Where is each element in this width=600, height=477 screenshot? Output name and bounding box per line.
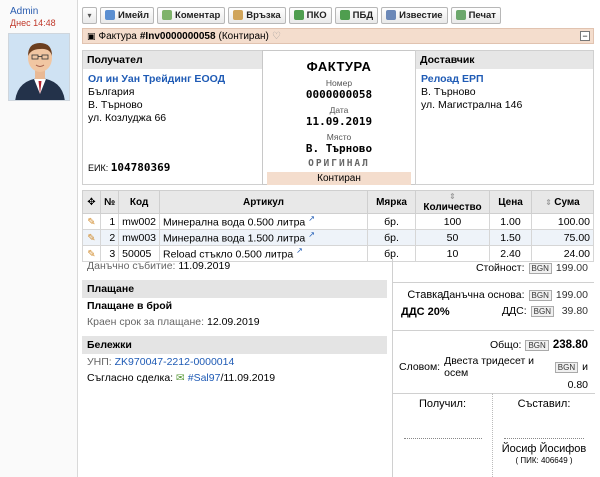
unp-line: УНП: ZK970047-2212-0000014 <box>87 356 235 368</box>
invoice-place-label: Място <box>326 132 352 142</box>
buyer-eik: ЕИК: 104780369 <box>88 161 171 174</box>
col-unit: Мярка <box>367 190 416 214</box>
invoice-info: ФАКТУРА Номер 0000000058 Дата 11.09.2019… <box>262 50 416 185</box>
supplier-heading: Доставчик <box>416 51 593 69</box>
payment-method: Плащане в брой <box>87 300 173 312</box>
buyer-city: В. Търново <box>88 99 143 111</box>
tax-event: Данъчно събитие: 11.09.2019 <box>87 260 231 272</box>
email-button[interactable]: Имейл <box>100 6 155 24</box>
print-icon <box>455 10 466 20</box>
document-header: ▣ Фактура #Inv0000000058 (Контиран) ♡ − <box>82 28 594 44</box>
notice-button[interactable]: Известие <box>381 6 448 24</box>
totals-section: Стойност: BGN 199.00 Ставка ДДС 20% Данъ… <box>392 258 595 477</box>
original-mark: ОРИГИНАЛ <box>308 158 370 169</box>
cash-icon <box>293 10 304 20</box>
amount-in-words-cents: 0.80 <box>567 379 588 391</box>
vat-block: Ставка ДДС 20% Данъчна основа: BGN 199.0… <box>393 282 594 322</box>
toolbar: ▾ Имейл Коментар Връзка ПКО ПБД Известие… <box>82 6 501 24</box>
vat-rate-label: Ставка <box>407 289 444 301</box>
buyer-panel: Получател Ол ин Уан Трейдинг ЕООД Българ… <box>82 50 263 185</box>
deal-icon: ✉ <box>176 372 185 384</box>
edit-row-button[interactable]: ✎ <box>82 213 101 230</box>
received-signature: Получил: <box>393 393 493 477</box>
shield-icon: ♡ <box>271 30 281 42</box>
document-status: (Контиран) <box>218 30 269 42</box>
col-quantity: ⇕ Количество <box>415 190 490 214</box>
invoice-number-label: Номер <box>325 78 353 88</box>
deal-link[interactable]: #Sal97 <box>188 372 221 384</box>
sort-icon: ⇕ <box>449 192 456 201</box>
link-button[interactable]: Връзка <box>228 6 286 24</box>
expand-menu-button[interactable]: ▾ <box>82 6 97 24</box>
article-name: Минерална вода 0.500 литра <box>163 216 306 229</box>
table-row: ✎ 1 mw002 Минерална вода 0.500 литра ↗ б… <box>82 213 594 230</box>
pencil-icon: ✎ <box>87 232 96 244</box>
pencil-icon: ✎ <box>87 216 96 228</box>
document-type: Фактура <box>98 30 137 42</box>
col-code: Код <box>118 190 161 214</box>
supplier-address: ул. Магистрална 146 <box>421 99 523 111</box>
total-row: Общо: BGN 238.80 <box>490 339 588 351</box>
chevron-down-icon: ▾ <box>87 10 92 20</box>
mail-icon <box>105 10 115 20</box>
link-icon <box>233 10 244 20</box>
avatar-image <box>9 34 69 100</box>
buyer-address: ул. Козлуджа 66 <box>88 112 167 124</box>
print-button[interactable]: Печат <box>450 6 501 24</box>
col-article: Артикул <box>159 190 368 214</box>
supplier-city: В. Търново <box>421 86 476 98</box>
vat-rate: ДДС 20% <box>401 306 450 318</box>
pko-button[interactable]: ПКО <box>288 6 332 24</box>
deal-line: Съгласно сделка: ✉ #Sal97/11.09.2019 <box>87 372 276 384</box>
details-section: Данъчно събитие: 11.09.2019 Плащане Плащ… <box>82 258 387 386</box>
avatar[interactable] <box>8 33 70 101</box>
items-table: ✥ № Код Артикул Мярка ⇕ Количество Цена … <box>82 190 594 262</box>
article-name: Минерална вода 1.500 литра <box>163 232 306 245</box>
external-link-icon[interactable]: ↗ <box>296 246 303 255</box>
notes-heading: Бележки <box>82 336 387 354</box>
sort-icon: ⇕ <box>545 197 555 207</box>
tools-icon: ✥ <box>87 196 96 208</box>
invoice-date: 11.09.2019 <box>305 115 373 128</box>
invoice-date-label: Дата <box>329 105 349 115</box>
col-number: № <box>99 190 120 214</box>
composer-pik: ( ПИК: 406649 ) <box>515 456 573 465</box>
author-date: Днес 14:48 <box>10 18 56 28</box>
bank-icon <box>339 10 350 20</box>
invoice-status: Контиран <box>267 172 411 185</box>
invoice-place: В. Търново <box>305 142 373 155</box>
composer-name: Йосиф Йосифов <box>501 443 587 455</box>
buyer-country: България <box>88 86 135 98</box>
invoice-title: ФАКТУРА <box>306 59 372 74</box>
supplier-name: Релоад ЕРП <box>421 73 484 85</box>
comment-icon <box>162 10 173 20</box>
minimize-button[interactable]: − <box>580 31 590 41</box>
external-link-icon[interactable]: ↗ <box>308 214 315 223</box>
buyer-name: Ол ин Уан Трейдинг ЕООД <box>88 73 226 85</box>
document-icon: ▣ <box>87 30 96 41</box>
supplier-panel: Доставчик Релоад ЕРП В. Търново ул. Маги… <box>415 50 594 185</box>
invoice-number: 0000000058 <box>305 88 373 101</box>
parties-section: Получател Ол ин Уан Трейдинг ЕООД Българ… <box>82 50 594 185</box>
comment-button[interactable]: Коментар <box>157 6 226 24</box>
edit-row-button[interactable]: ✎ <box>82 229 101 246</box>
document-number: #Inv0000000058 <box>139 30 216 42</box>
author-link[interactable]: Admin <box>10 6 38 17</box>
composed-signature: Съставил: Йосиф Йосифов ( ПИК: 406649 ) <box>493 393 595 477</box>
external-link-icon[interactable]: ↗ <box>308 230 315 239</box>
buyer-heading: Получател <box>83 51 262 69</box>
col-price: Цена <box>489 190 532 214</box>
table-row: ✎ 2 mw003 Минерална вода 1.500 литра ↗ б… <box>82 229 594 246</box>
payment-due: Краен срок за плащане: 12.09.2019 <box>87 316 260 328</box>
subtotal-row: Стойност: BGN 199.00 <box>475 262 588 274</box>
payment-heading: Плащане <box>82 280 387 298</box>
notice-icon <box>386 10 397 20</box>
pbd-button[interactable]: ПБД <box>334 6 379 24</box>
unp-link[interactable]: ZK970047-2212-0000014 <box>115 356 235 368</box>
amount-in-words: Словом: Двеста тридесет и осем BGN и <box>399 355 588 379</box>
col-sum: ⇕ Сума <box>531 190 594 214</box>
author-column: Admin Днес 14:48 <box>0 0 78 477</box>
total-block: Общо: BGN 238.80 Словом: Двеста тридесет… <box>393 330 594 391</box>
tools-header[interactable]: ✥ <box>82 190 101 214</box>
